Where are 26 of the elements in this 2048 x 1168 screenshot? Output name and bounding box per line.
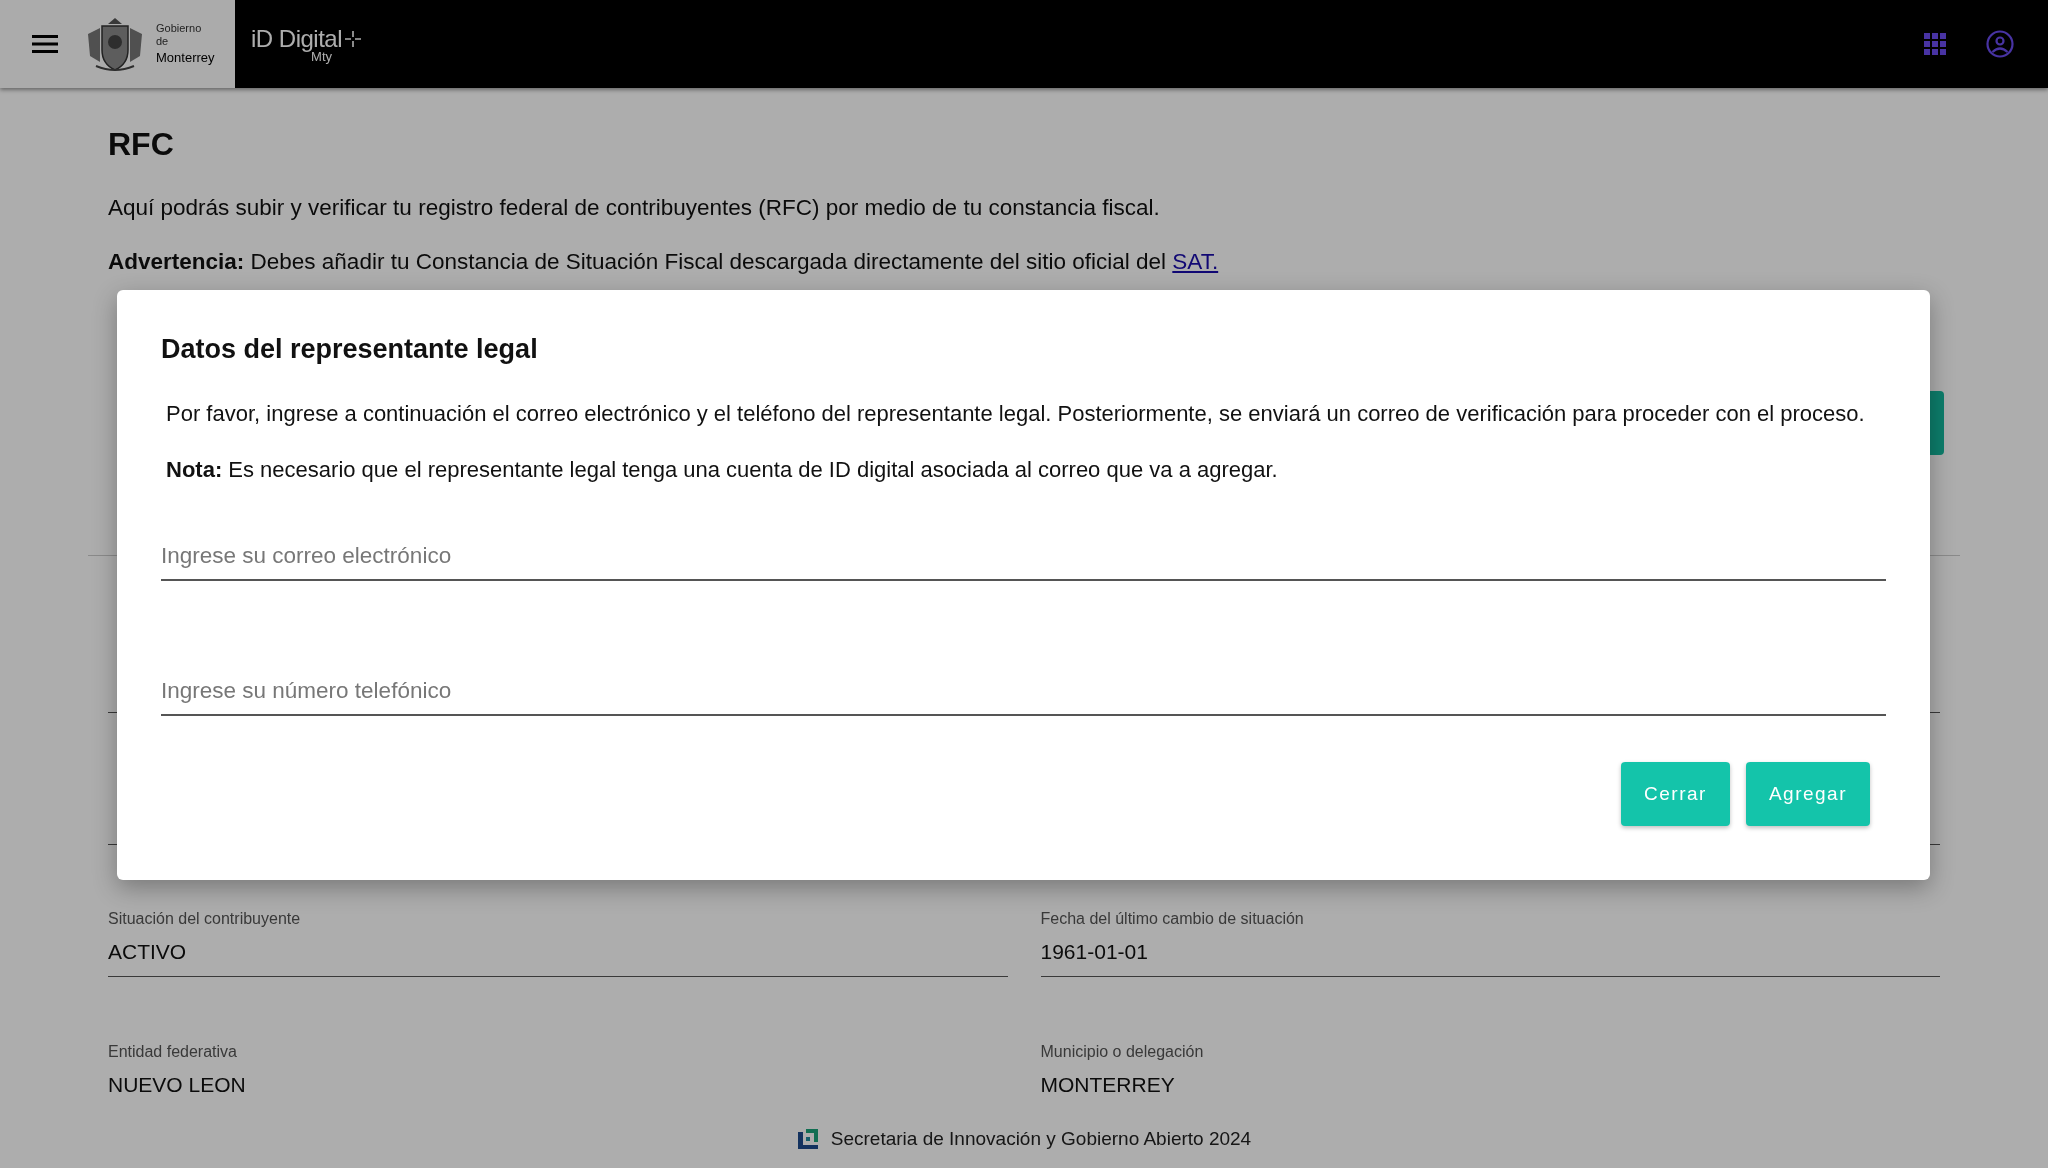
logo-icon: [796, 1128, 819, 1150]
sat-link[interactable]: SAT.: [1172, 249, 1219, 274]
dialog-title: Datos del representante legal: [161, 334, 539, 365]
close-button[interactable]: Cerrar: [1621, 762, 1730, 826]
field-value: ACTIVO: [108, 940, 188, 964]
field-label: Municipio o delegación: [1040, 1043, 1205, 1061]
brand-text: de: [156, 34, 170, 48]
brand-text: Monterrey: [156, 51, 215, 67]
page-title: RFC: [108, 126, 175, 163]
field-value: 1961-01-01: [1040, 940, 1149, 964]
field-value: MONTERREY: [1040, 1073, 1176, 1097]
apps-grid-icon[interactable]: [1924, 33, 1946, 55]
field-value: NUEVO LEON: [108, 1073, 247, 1097]
dialog-note: Nota: Es necesario que el representante legal tenga una cuenta de ID digital asociada al correo que va a agregar.: [166, 457, 1279, 483]
warning-text: Advertencia: Debes añadir tu Constancia de Situación Fiscal descargada directamente del sitio oficial del SAT.: [108, 249, 1220, 275]
intro-text: Aquí podrás subir y verificar tu registro federal de contribuyentes (RFC) por medio de tu constancia fiscal.: [108, 195, 1161, 221]
add-button[interactable]: Agregar: [1745, 762, 1870, 826]
field-label: Situación del contribuyente: [108, 910, 302, 928]
plus-icon: [344, 29, 363, 48]
user-icon[interactable]: [1986, 30, 2014, 58]
field-label: Entidad federativa: [108, 1043, 238, 1061]
field-label: Fecha del último cambio de situación: [1040, 910, 1305, 928]
brand-text: Gobierno: [156, 21, 203, 35]
dialog-message: Por favor, ingrese a continuación el correo electrónico y el teléfono del representante legal. Posteriormente, se enviará un correo de verificación para proceder con el proceso.: [166, 401, 1866, 427]
menu-icon[interactable]: [32, 34, 58, 54]
footer-text: Secretaria de Innovación y Gobierno Abierto 2024: [830, 1128, 1252, 1150]
